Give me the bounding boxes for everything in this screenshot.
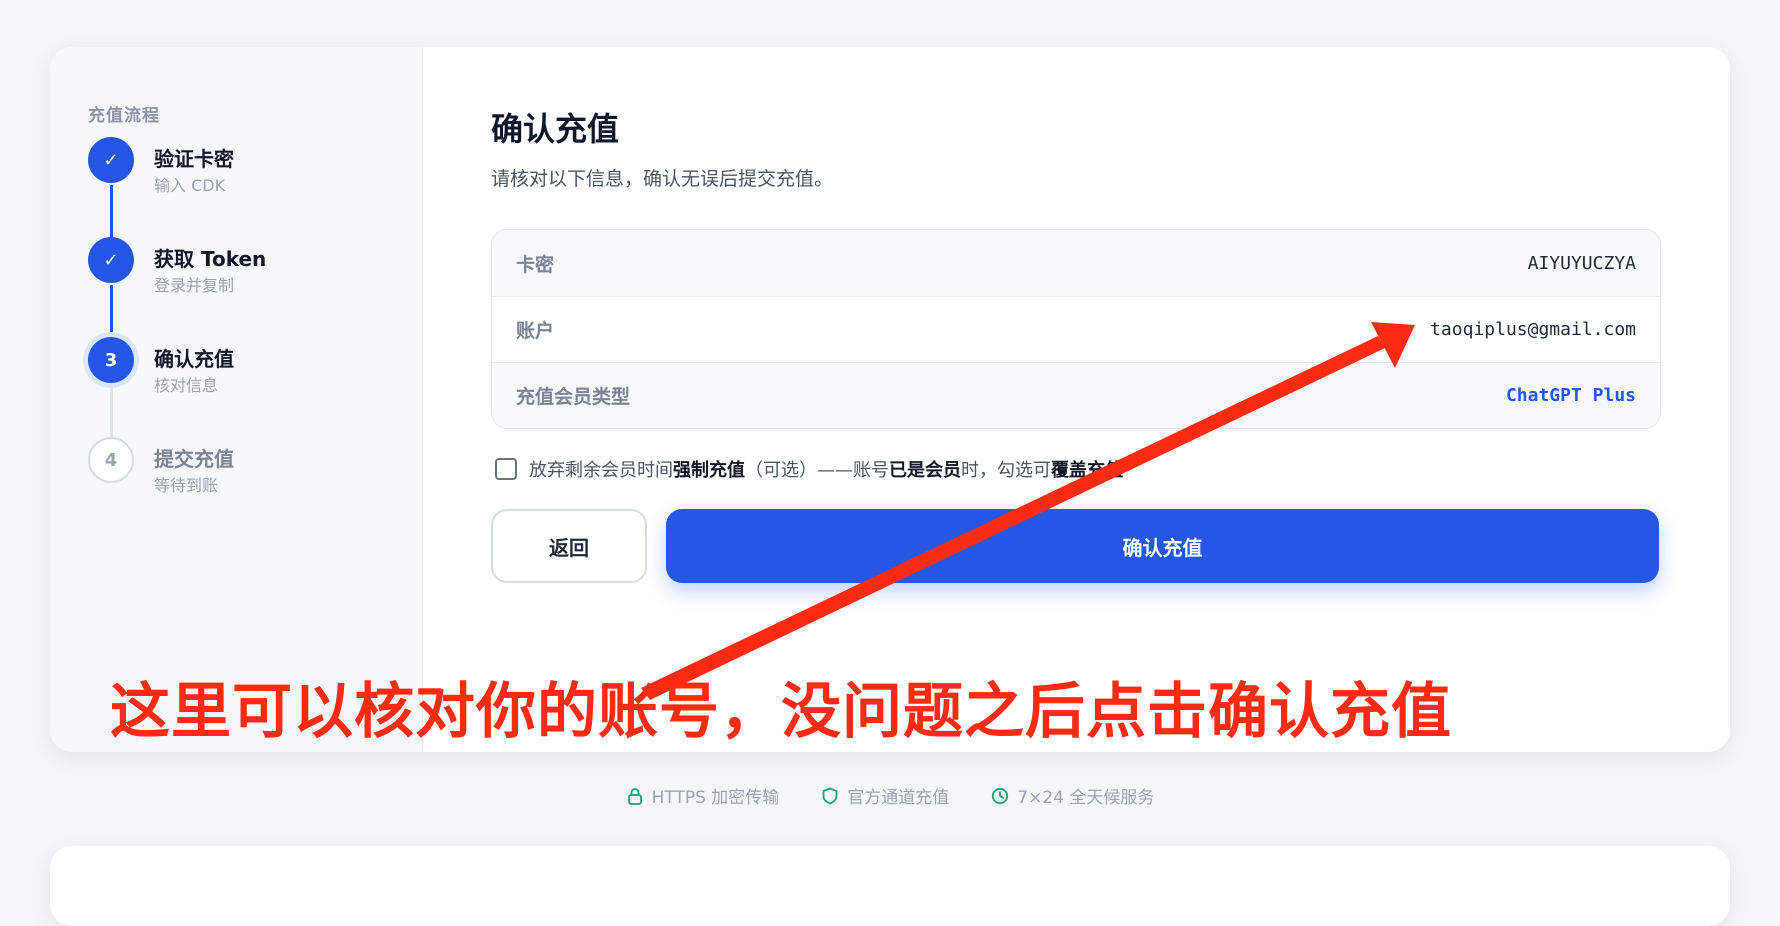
- info-row-plan: 充值会员类型 ChatGPT Plus: [492, 362, 1660, 428]
- trust-label: 官方通道充值: [847, 788, 950, 808]
- check-icon: ✓: [88, 137, 134, 183]
- secondary-card: [50, 846, 1730, 926]
- step-submit-recharge: 4 提交充值 等待到账: [88, 437, 388, 497]
- step-sub: 登录并复制: [154, 276, 235, 295]
- sidebar-title: 充值流程: [88, 106, 160, 126]
- step-number: 4: [88, 437, 134, 483]
- trust-label: 7×24 全天候服务: [1017, 788, 1155, 808]
- trust-item: HTTPS 加密传输: [626, 783, 780, 808]
- step-label: 提交充值: [154, 447, 234, 471]
- force-recharge-option[interactable]: 放弃剩余会员时间强制充值（可选）——账号已是会员时，勾选可覆盖充值: [495, 454, 1123, 484]
- step-sub: 输入 CDK: [154, 176, 226, 195]
- step-get-token: ✓ 获取 Token 登录并复制: [88, 237, 388, 297]
- step-label: 获取 Token: [154, 247, 267, 271]
- info-row-account: 账户 taoqiplus@gmail.com: [492, 296, 1660, 362]
- step-sub: 等待到账: [154, 476, 219, 495]
- step-connector: [110, 285, 113, 337]
- info-value: taoqiplus@gmail.com: [1430, 319, 1636, 340]
- trust-label: HTTPS 加密传输: [651, 788, 780, 808]
- page-subtitle: 请核对以下信息，确认无误后提交充值。: [491, 168, 834, 190]
- option-label[interactable]: 放弃剩余会员时间强制充值（可选）——账号已是会员时，勾选可覆盖充值: [529, 456, 1123, 482]
- step-label: 验证卡密: [154, 147, 234, 171]
- trust-item: 7×24 全天候服务: [991, 783, 1154, 808]
- recharge-card: 充值流程 ✓ 验证卡密 输入 CDK ✓ 获取 Token 登录并复制 3 确认…: [50, 47, 1730, 752]
- lock-icon: [627, 787, 642, 805]
- confirm-recharge-button[interactable]: 确认充值: [666, 509, 1659, 583]
- page-title: 确认充值: [491, 110, 620, 148]
- shield-icon: [822, 787, 838, 804]
- force-recharge-checkbox[interactable]: [495, 458, 517, 480]
- step-sub: 核对信息: [154, 376, 219, 395]
- info-value: ChatGPT Plus: [1505, 385, 1636, 406]
- check-icon: ✓: [88, 237, 134, 283]
- step-connector: [110, 185, 113, 237]
- step-confirm-recharge: 3 确认充值 核对信息: [88, 337, 388, 397]
- info-label: 卡密: [516, 253, 555, 276]
- trust-bar: HTTPS 加密传输 官方通道充值 7×24 全天候服务: [0, 783, 1780, 808]
- step-label: 确认充值: [154, 347, 234, 371]
- trust-item: 官方通道充值: [821, 783, 949, 808]
- step-verify-cdk: ✓ 验证卡密 输入 CDK: [88, 137, 388, 197]
- recharge-info-table: 卡密 AIYUYUCZYA 账户 taoqiplus@gmail.com 充值会…: [491, 229, 1661, 429]
- step-connector: [110, 385, 113, 437]
- clock-icon: [992, 787, 1009, 804]
- annotation-text: 这里可以核对你的账号，没问题之后点击确认充值: [110, 677, 1452, 747]
- info-value: AIYUYUCZYA: [1527, 252, 1636, 274]
- step-number: 3: [88, 337, 134, 383]
- info-row-cdk: 卡密 AIYUYUCZYA: [492, 230, 1660, 296]
- info-label: 账户: [516, 320, 555, 342]
- progress-sidebar: 充值流程 ✓ 验证卡密 输入 CDK ✓ 获取 Token 登录并复制 3 确认…: [50, 47, 423, 752]
- back-button[interactable]: 返回: [491, 509, 647, 583]
- info-label: 充值会员类型: [516, 386, 631, 408]
